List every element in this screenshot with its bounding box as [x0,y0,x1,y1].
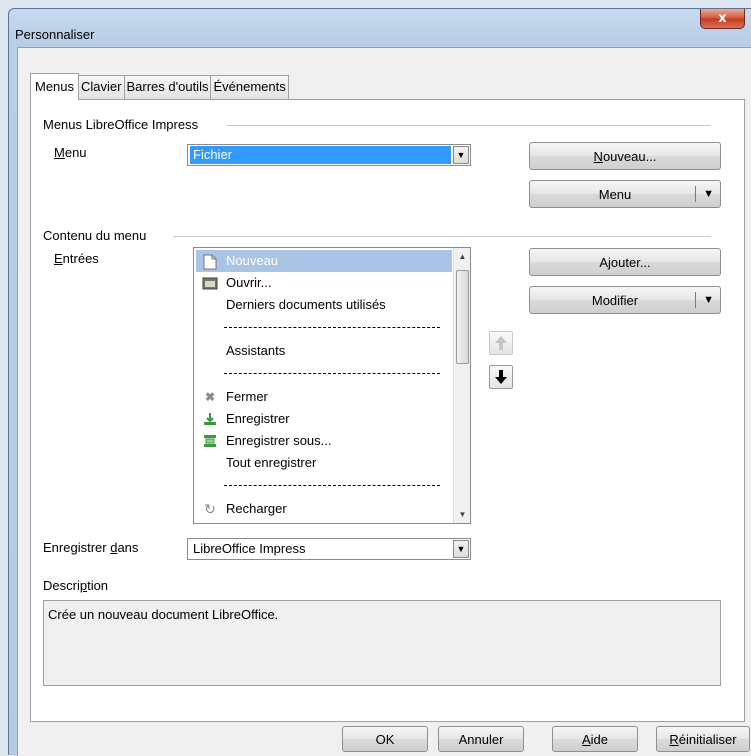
list-item-label: Derniers documents utilisés [226,297,386,312]
list-item-wizards[interactable]: Assistants [196,340,452,362]
content-group-title: Contenu du menu [43,228,147,243]
chevron-down-icon: ▼ [703,294,714,306]
list-item-label: Fermer [226,389,268,404]
list-item-label: Nouveau [226,253,279,268]
list-item-new[interactable]: Nouveau [196,250,452,272]
tab-menus[interactable]: Menus [30,73,80,100]
chevron-down-icon[interactable]: ▼ [453,540,469,558]
reload-icon: ↻ [204,501,216,517]
reset-button[interactable]: Réinitialiser [656,726,750,752]
modify-entry-button[interactable]: Modifier ▼ [529,286,721,314]
move-up-button[interactable] [489,331,513,355]
close-button[interactable]: x [700,9,745,29]
new-document-icon [202,254,218,270]
list-item-label: Enregistrer [226,411,290,426]
list-item-label: Assistants [226,343,286,358]
save-as-icon [202,434,218,448]
list-item-save-as[interactable]: Enregistrer sous... [196,430,452,452]
close-icon: x [718,11,727,26]
menu-dropdown-button[interactable]: Menu ▼ [529,180,721,208]
ok-button[interactable]: OK [342,726,428,752]
scroll-up-icon[interactable]: ▲ [454,248,470,265]
help-button[interactable]: Aide [552,726,638,752]
separator [224,485,440,486]
split-divider [695,292,696,308]
save-in-select[interactable]: LibreOffice Impress ▼ [187,538,471,560]
scroll-thumb[interactable] [456,270,469,364]
add-entry-button[interactable]: Ajouter... [529,248,721,276]
entries-label: Entrées [54,251,99,266]
description-box: Crée un nouveau document LibreOffice. [43,600,721,686]
save-in-select-value: LibreOffice Impress [193,541,306,556]
content-group-rule [173,236,711,237]
move-down-button[interactable] [489,365,513,389]
menu-dropdown-button-label: Menu [598,186,632,202]
arrow-up-icon [495,336,507,350]
list-item-save-all[interactable]: Tout enregistrer [196,452,452,474]
menus-tab-panel: Menus LibreOffice Impress Menu Fichier ▼… [30,99,745,722]
description-label: Description [43,578,109,593]
arrow-down-icon [495,370,507,384]
reset-button-label: Réinitialiser [669,731,737,747]
split-divider [695,186,696,202]
save-in-label: Enregistrer dans [43,540,139,555]
menu-select-value: Fichier [190,146,451,164]
menus-group-rule [227,125,711,126]
save-icon [202,412,218,426]
entries-list[interactable]: Nouveau Ouvrir... Derniers documents uti… [193,247,471,524]
list-item-reload[interactable]: ↻ Recharger [196,498,452,520]
cancel-button-label: Annuler [458,731,504,747]
dialog-client-area: Menus Clavier Barres d'outils Événements… [17,47,751,756]
chevron-down-icon[interactable]: ▼ [453,146,469,164]
add-entry-button-label: Ajouter... [599,254,651,270]
tab-toolbars[interactable]: Barres d'outils [124,75,212,99]
menu-select[interactable]: Fichier ▼ [187,144,471,166]
list-item-label: Enregistrer sous... [226,433,332,448]
list-item-label: Recharger [226,501,287,516]
tab-keyboard[interactable]: Clavier [79,75,125,99]
list-item-label: Tout enregistrer [226,455,317,470]
window-title: Personnaliser [15,27,95,42]
entries-scrollbar[interactable]: ▲ ▼ [453,248,470,523]
new-menu-button[interactable]: Nouveau... [529,142,721,170]
new-menu-button-label: Nouveau... [593,148,657,164]
list-item-label: Ouvrir... [226,275,272,290]
menu-label: Menu [54,145,87,160]
list-item-close[interactable]: ✖ Fermer [196,386,452,408]
title-bar: Personnaliser x [9,9,751,45]
separator [224,327,440,328]
description-text: Crée un nouveau document LibreOffice. [48,607,279,622]
open-folder-icon [202,276,218,290]
ok-button-label: OK [375,731,395,747]
help-button-label: Aide [581,731,609,747]
customize-dialog: Personnaliser x Menus Clavier Barres d'o… [8,8,751,756]
list-item-save[interactable]: Enregistrer [196,408,452,430]
chevron-down-icon: ▼ [703,188,714,200]
separator [224,373,440,374]
tab-events[interactable]: Événements [211,75,289,99]
close-x-icon: ✖ [204,390,216,404]
cancel-button[interactable]: Annuler [438,726,524,752]
scroll-down-icon[interactable]: ▼ [454,506,470,523]
list-item-recent[interactable]: Derniers documents utilisés [196,294,452,316]
menus-group-title: Menus LibreOffice Impress [43,117,199,132]
list-item-open[interactable]: Ouvrir... [196,272,452,294]
tab-bar: Menus Clavier Barres d'outils Événements [30,73,289,100]
modify-entry-button-label: Modifier [591,292,639,308]
